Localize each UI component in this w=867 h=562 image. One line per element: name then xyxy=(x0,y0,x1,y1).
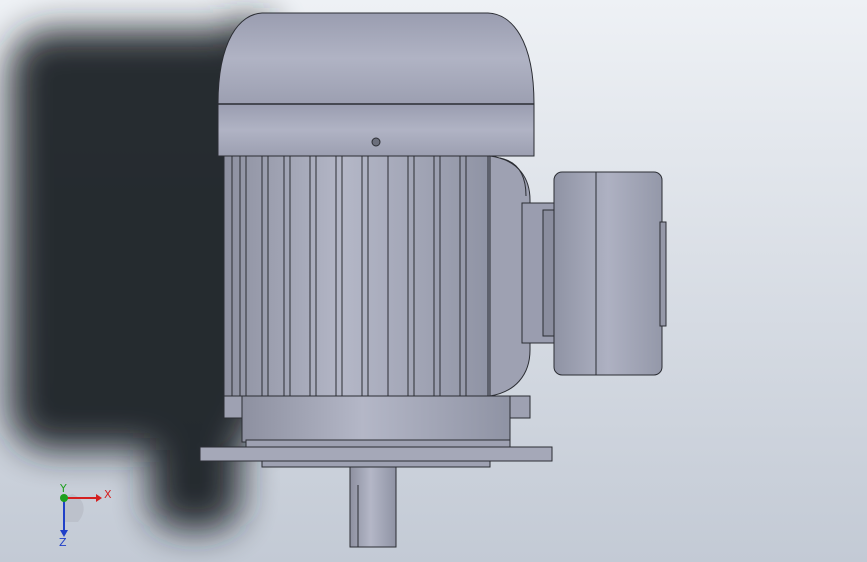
stator-body xyxy=(223,155,531,397)
y-axis-label: Y xyxy=(59,482,67,495)
fan-cover xyxy=(217,12,535,157)
output-shaft xyxy=(349,466,397,548)
screw-head xyxy=(371,137,381,147)
y-axis-origin xyxy=(60,494,68,502)
x-axis-label: X xyxy=(104,488,112,501)
x-arrow-head xyxy=(96,494,102,502)
coordinate-triad: X Z Y xyxy=(59,482,112,549)
z-axis-label: Z xyxy=(59,536,67,549)
mounting-flange xyxy=(199,395,553,468)
motor-model-view[interactable] xyxy=(0,0,867,562)
graphics-viewport[interactable]: X Z Y xyxy=(0,0,867,562)
